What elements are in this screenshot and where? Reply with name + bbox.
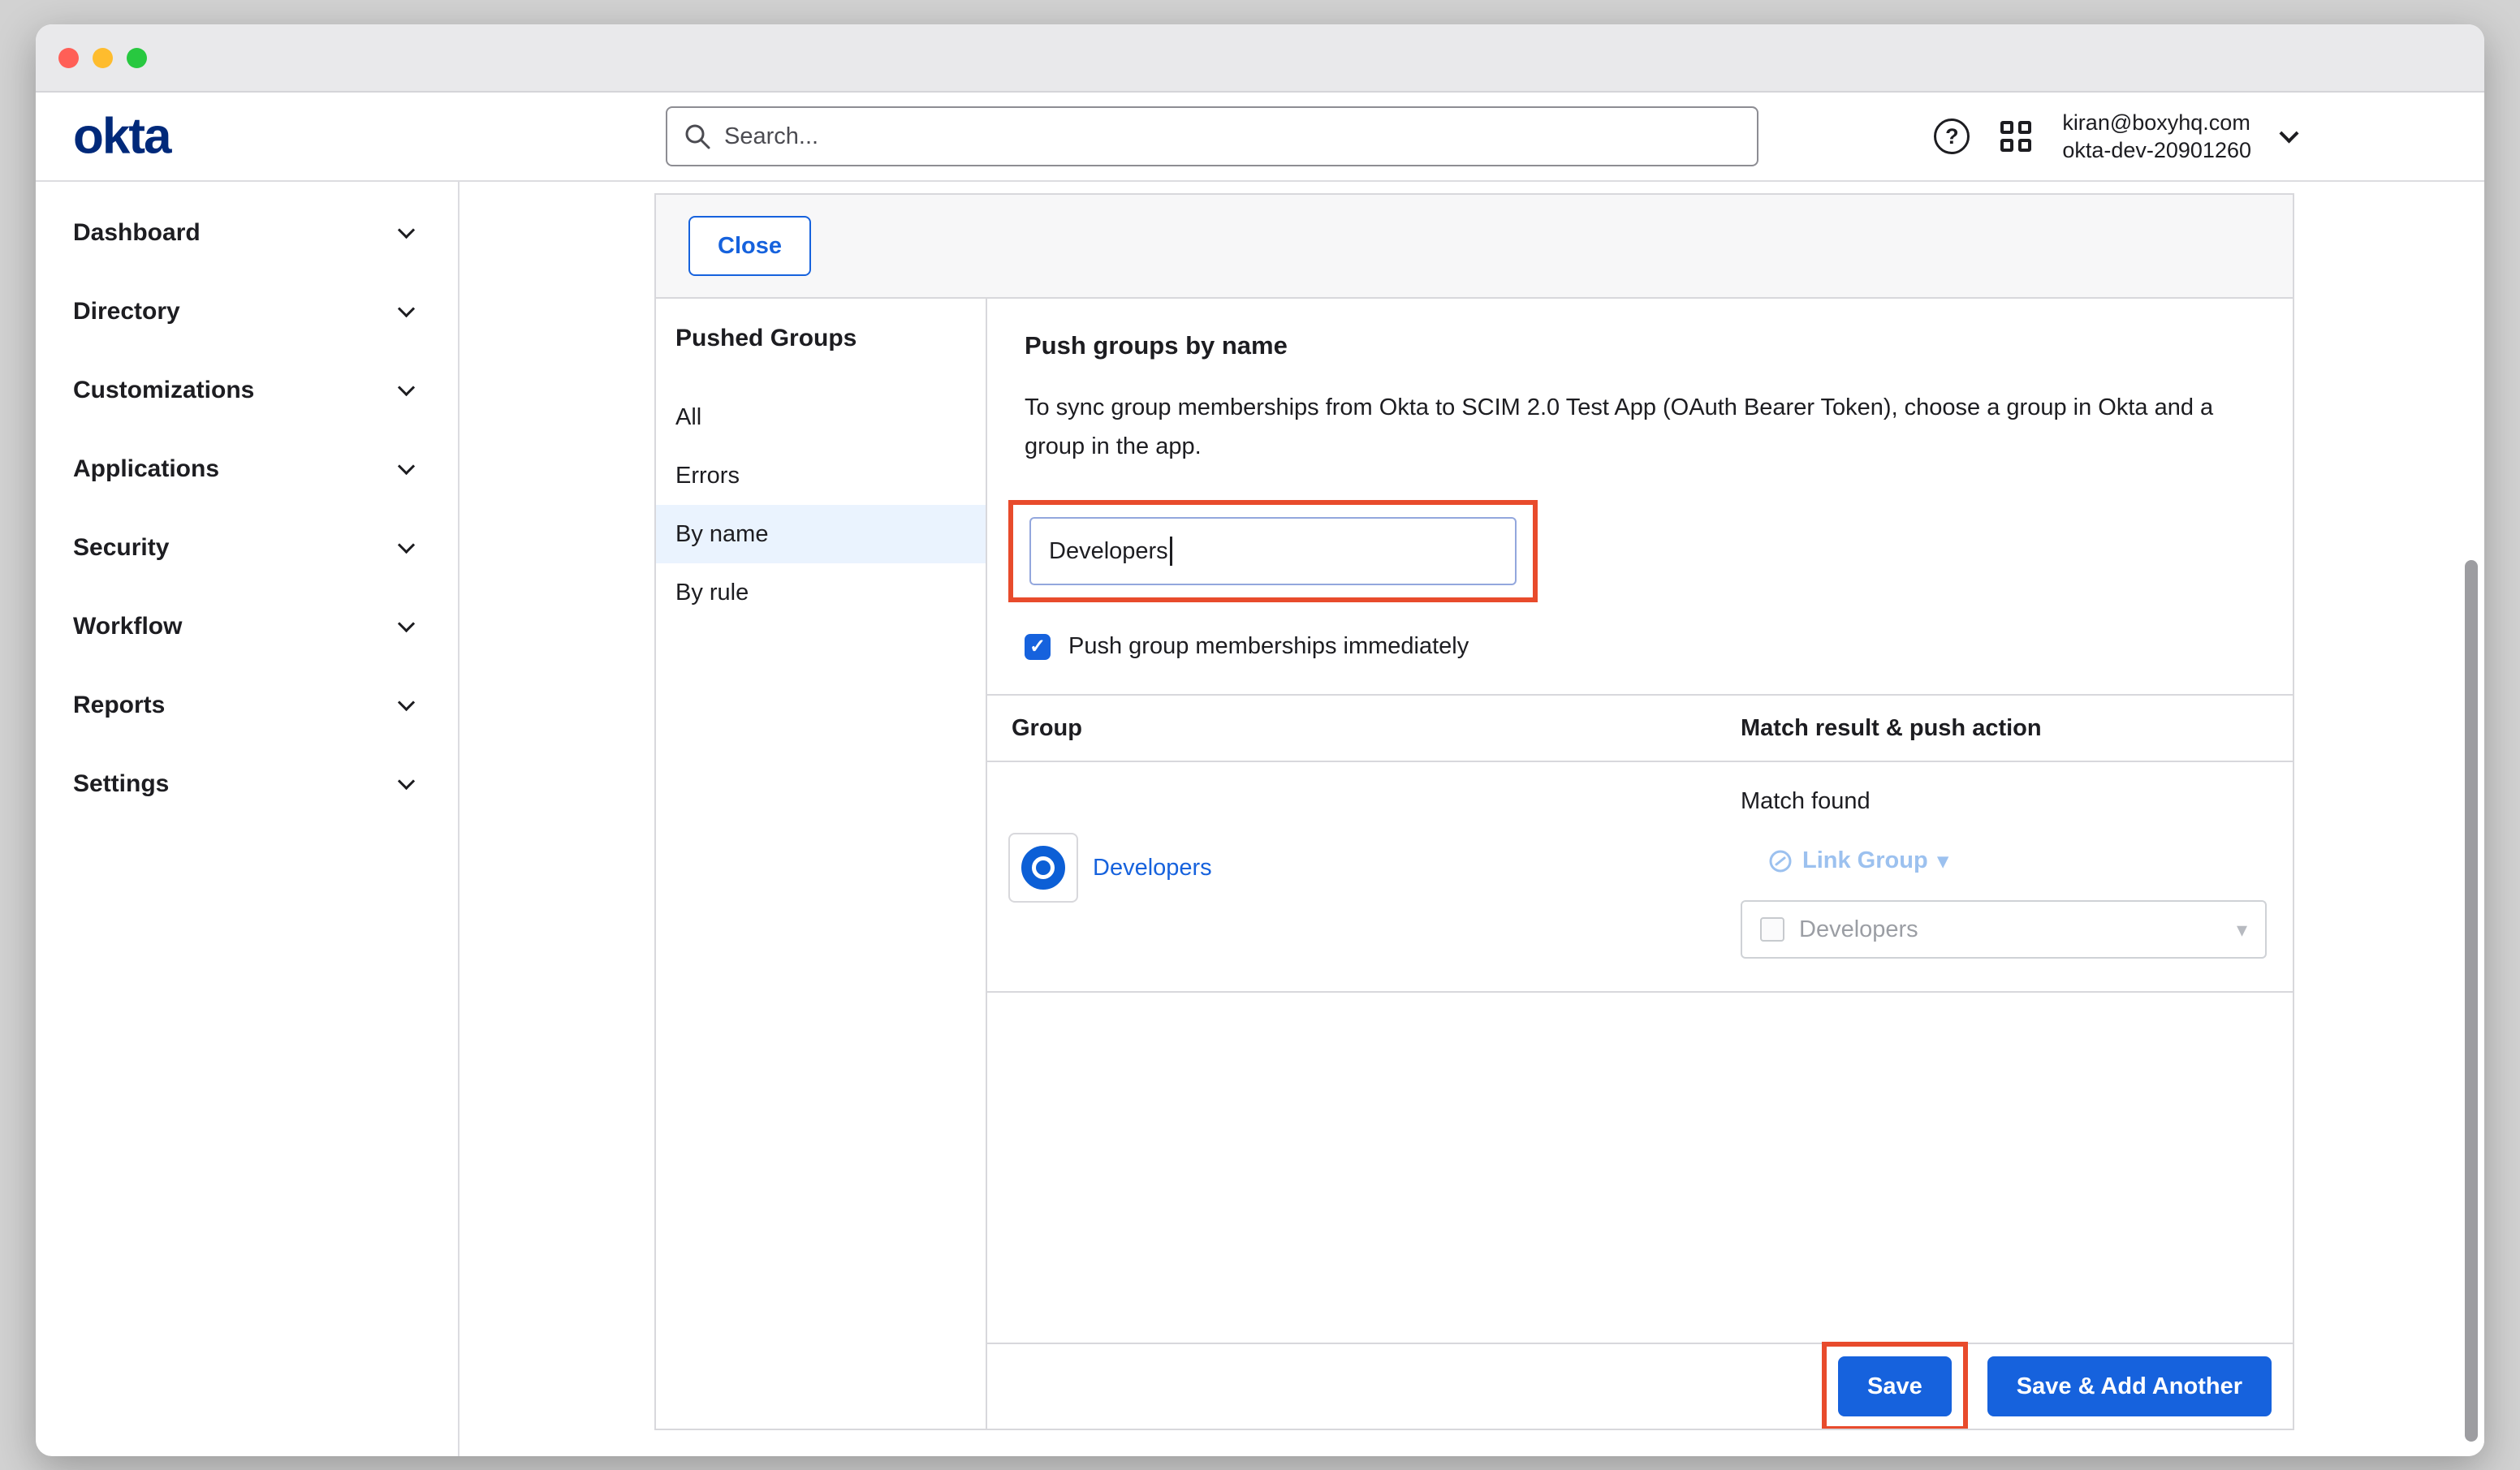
group-name-input-value: Developers	[1049, 538, 1168, 565]
content-description: To sync group memberships from Okta to S…	[1025, 388, 2226, 466]
panel-footer: Save Save & Add Another	[987, 1343, 2293, 1429]
header-actions: ? kiran@boxyhq.com okta-dev-20901260	[1934, 109, 2296, 164]
traffic-lights	[58, 48, 147, 68]
subnav-item-errors[interactable]: Errors	[656, 446, 986, 505]
sidebar: Dashboard Directory Customizations Appli…	[36, 182, 460, 1456]
column-header-group: Group	[987, 715, 1741, 742]
app-header: okta ? kiran@boxyhq.com okta-dev-2090126…	[36, 93, 2484, 182]
push-groups-table: Group Match result & push action Develop…	[987, 694, 2293, 993]
pushed-groups-subnav: Pushed Groups All Errors By name By rule	[656, 299, 987, 1429]
select-dropdown-arrow-icon: ▾	[2237, 917, 2247, 942]
match-result-text: Match found	[1741, 788, 2267, 815]
vertical-scrollbar[interactable]	[2465, 560, 2478, 1442]
chevron-down-icon	[398, 615, 415, 632]
sidebar-item-dashboard[interactable]: Dashboard	[36, 193, 458, 272]
annotation-highlight-save: Save	[1822, 1342, 1968, 1429]
push-immediately-row: Push group memberships immediately	[1025, 633, 2293, 660]
account-menu[interactable]: kiran@boxyhq.com okta-dev-20901260	[2062, 109, 2251, 164]
link-group-dropdown[interactable]: Link Group ▾	[1768, 847, 2267, 874]
account-email: kiran@boxyhq.com	[2062, 109, 2251, 136]
sidebar-item-reports[interactable]: Reports	[36, 666, 458, 744]
table-row: Developers Match found	[987, 762, 2293, 993]
global-search[interactable]	[666, 106, 1758, 166]
chevron-down-icon	[398, 379, 415, 396]
browser-window: okta ? kiran@boxyhq.com okta-dev-2090126…	[36, 24, 2484, 1456]
chevron-down-icon[interactable]	[2279, 123, 2298, 143]
account-org: okta-dev-20901260	[2062, 136, 2251, 164]
content-title: Push groups by name	[1025, 331, 2293, 360]
panel-body: Pushed Groups All Errors By name By rule…	[656, 299, 2293, 1429]
sidebar-item-workflow[interactable]: Workflow	[36, 587, 458, 666]
sidebar-item-customizations[interactable]: Customizations	[36, 351, 458, 429]
chevron-down-icon	[398, 300, 415, 317]
app-body: Dashboard Directory Customizations Appli…	[36, 182, 2484, 1456]
window-titlebar	[36, 24, 2484, 93]
okta-group-icon	[1021, 846, 1065, 890]
link-group-icon	[1768, 849, 1793, 873]
annotation-highlight-input: Developers	[1008, 500, 1538, 602]
select-checkbox-icon	[1760, 917, 1784, 942]
push-by-name-content: Push groups by name To sync group member…	[987, 299, 2293, 1429]
push-immediately-checkbox[interactable]	[1025, 634, 1051, 660]
search-input[interactable]	[724, 123, 1741, 150]
chevron-down-icon	[398, 222, 415, 239]
group-name-input[interactable]: Developers	[1029, 517, 1517, 585]
close-button[interactable]: Close	[688, 216, 811, 276]
table-header: Group Match result & push action	[987, 694, 2293, 762]
target-group-select-value: Developers	[1799, 916, 1918, 943]
save-button[interactable]: Save	[1838, 1356, 1952, 1416]
main-area: Close Pushed Groups All Errors By name B…	[460, 182, 2484, 1456]
close-window-button[interactable]	[58, 48, 79, 68]
match-result-cell: Match found Link Group ▾	[1741, 777, 2293, 959]
sidebar-item-applications[interactable]: Applications	[36, 429, 458, 508]
empty-space	[1025, 993, 2293, 1343]
chevron-down-icon	[398, 773, 415, 790]
zoom-window-button[interactable]	[127, 48, 147, 68]
group-name-link[interactable]: Developers	[1093, 855, 1212, 882]
panel-toolbar: Close	[656, 195, 2293, 299]
dropdown-arrow-icon: ▾	[1938, 848, 1948, 873]
minimize-window-button[interactable]	[93, 48, 113, 68]
subnav-title: Pushed Groups	[656, 325, 986, 352]
chevron-down-icon	[398, 694, 415, 711]
push-immediately-label: Push group memberships immediately	[1068, 633, 1469, 660]
text-caret	[1170, 537, 1172, 566]
subnav-item-all[interactable]: All	[656, 388, 986, 446]
apps-grid-icon[interactable]	[2000, 121, 2031, 152]
sidebar-item-security[interactable]: Security	[36, 508, 458, 587]
chevron-down-icon	[398, 537, 415, 554]
help-icon[interactable]: ?	[1934, 119, 1970, 154]
subnav-item-by-rule[interactable]: By rule	[656, 563, 986, 622]
sidebar-item-settings[interactable]: Settings	[36, 744, 458, 823]
chevron-down-icon	[398, 458, 415, 475]
save-add-another-button[interactable]: Save & Add Another	[1987, 1356, 2272, 1416]
target-group-select[interactable]: Developers ▾	[1741, 900, 2267, 959]
search-icon	[684, 123, 711, 150]
column-header-match-result: Match result & push action	[1741, 715, 2293, 742]
subnav-item-by-name[interactable]: By name	[656, 505, 986, 563]
sidebar-item-directory[interactable]: Directory	[36, 272, 458, 351]
group-cell: Developers	[987, 777, 1741, 959]
push-groups-panel: Close Pushed Groups All Errors By name B…	[654, 193, 2294, 1430]
group-avatar	[1008, 833, 1078, 903]
okta-logo: okta	[73, 108, 170, 166]
